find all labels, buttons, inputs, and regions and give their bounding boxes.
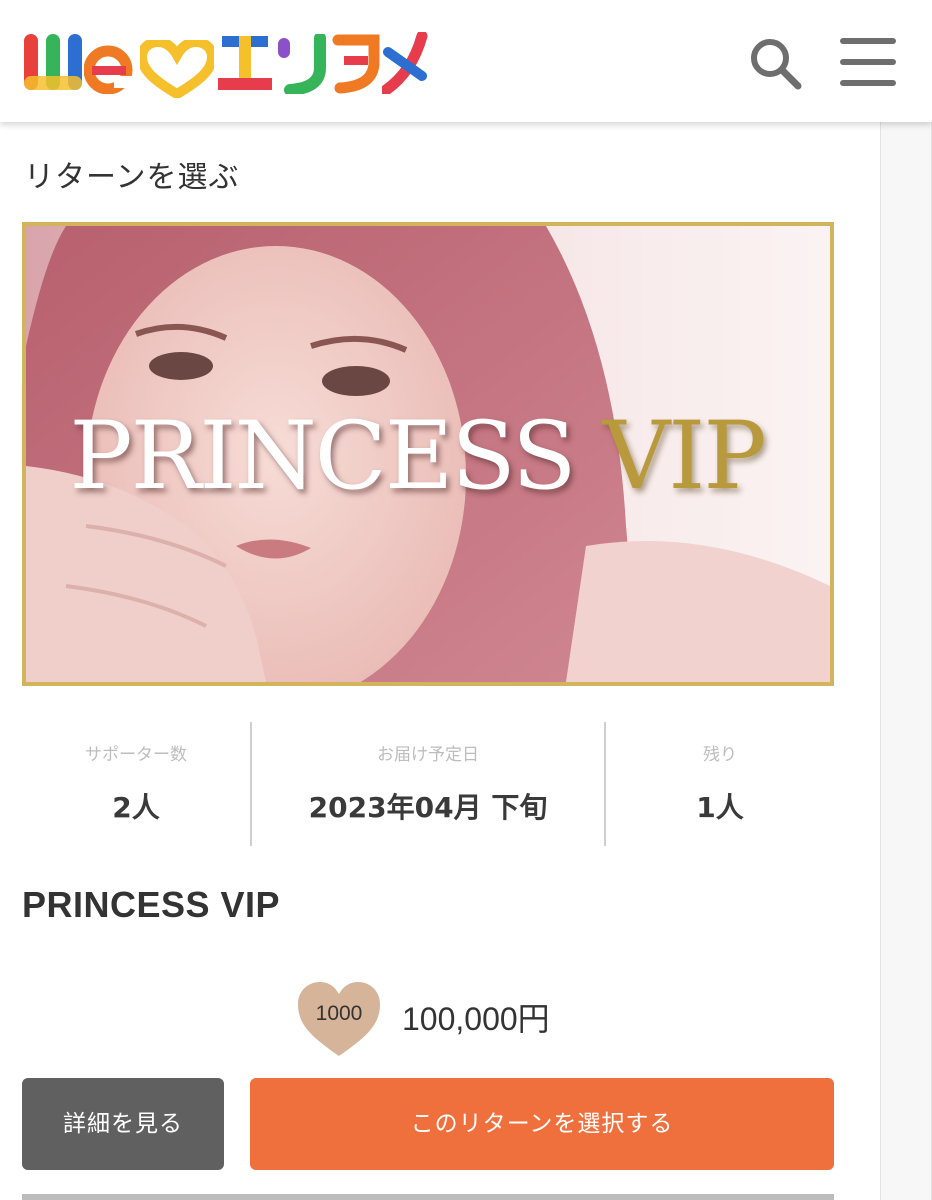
stat-supporters: サポーター数 2人	[22, 722, 250, 846]
site-header	[0, 0, 932, 122]
logo-letter-n-katakana	[278, 34, 326, 94]
stat-remaining-value: 1人	[696, 791, 744, 824]
select-reward-button[interactable]: このリターンを選択する	[250, 1078, 834, 1170]
stat-delivery-date: お届け予定日 2023年04月 下旬	[252, 722, 604, 846]
menu-button[interactable]	[838, 36, 898, 88]
hero-title-princess: PRINCESS	[69, 402, 576, 511]
logo-letter-e-katakana	[218, 36, 272, 90]
logo-letter-me-katakana	[382, 32, 428, 94]
next-card-edge	[22, 1194, 834, 1200]
reward-price: 100,000円	[402, 1001, 550, 1037]
stat-remaining-label: 残り	[703, 745, 737, 765]
section-title: リターンを選ぶ	[24, 160, 240, 195]
stat-remaining: 残り 1人	[606, 722, 834, 846]
reward-title: PRINCESS VIP	[22, 884, 281, 925]
hero-title: PRINCESS VIP	[22, 410, 812, 504]
search-icon	[751, 39, 802, 90]
logo-heart-icon	[140, 40, 214, 98]
reward-stats: サポーター数 2人 お届け予定日 2023年04月 下旬 残り 1人	[22, 722, 834, 846]
stat-delivery-label: お届け予定日	[377, 745, 479, 765]
right-gutter	[880, 122, 932, 1200]
search-button[interactable]	[748, 36, 804, 92]
hamburger-menu-icon	[840, 38, 896, 86]
logo-letter-ta-katakana	[332, 34, 380, 94]
stat-delivery-value: 2023年04月 下旬	[308, 791, 548, 824]
logo-letter-e	[84, 45, 134, 94]
stat-supporters-value: 2人	[112, 791, 160, 824]
site-logo[interactable]	[22, 26, 428, 98]
heart-points-value: 1000	[315, 1002, 363, 1025]
stat-supporters-label: サポーター数	[85, 745, 187, 765]
view-details-button[interactable]: 詳細を見る	[22, 1078, 224, 1170]
hero-title-vip: VIP	[602, 402, 766, 511]
